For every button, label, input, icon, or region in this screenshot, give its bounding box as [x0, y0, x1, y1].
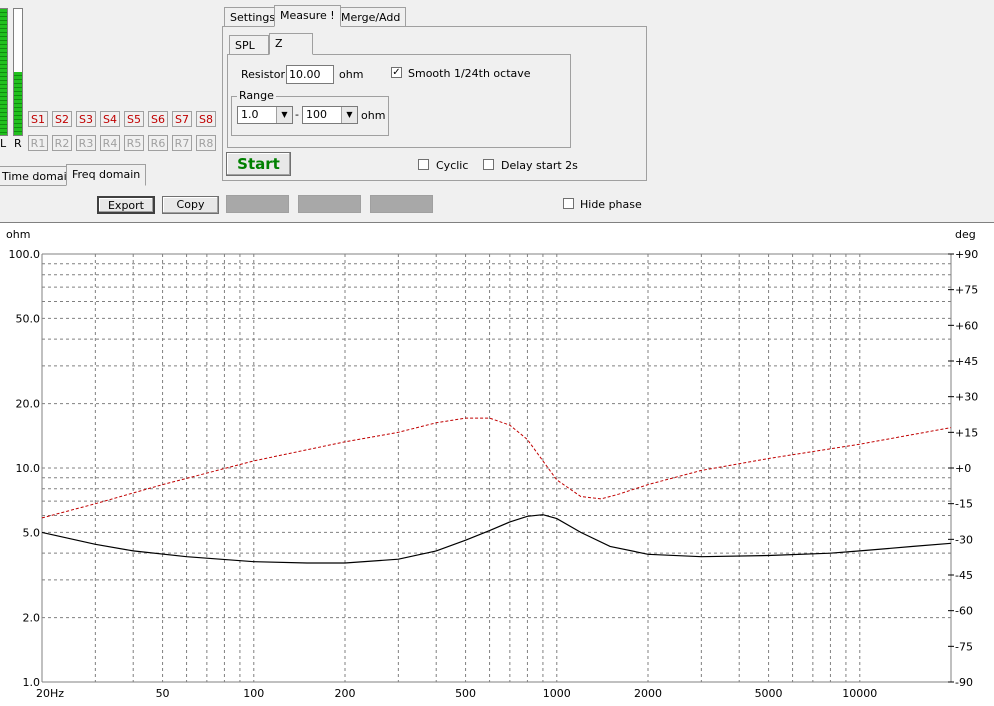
- recall-button-7[interactable]: R7: [172, 135, 192, 151]
- range-unit: ohm: [361, 109, 386, 122]
- phase-series-line: [41, 417, 952, 519]
- recall-button-2[interactable]: R2: [52, 135, 72, 151]
- x-tick-label: 10000: [842, 687, 877, 700]
- y-tick-label: 5.0: [23, 526, 41, 539]
- range-label: Range: [237, 89, 276, 102]
- y-tick-label: 10.0: [16, 462, 41, 475]
- x-tick-label: 500: [455, 687, 476, 700]
- tab-freq-domain[interactable]: Freq domain: [66, 164, 147, 186]
- y-axis-label: ohm: [6, 228, 30, 241]
- y2-axis-label: deg: [955, 228, 976, 241]
- y-tick-label: 50.0: [16, 312, 41, 325]
- start-button[interactable]: Start: [226, 152, 291, 176]
- chevron-down-icon[interactable]: ▼: [341, 107, 357, 123]
- y2-tick-label: -90: [955, 676, 973, 689]
- impedance-chart: 20Hz 50 100 200 500 1000 2000 5000 10000 100.0 50.…: [0, 222, 994, 706]
- store-button-8[interactable]: S8: [196, 111, 216, 127]
- delay-start-label: Delay start 2s: [501, 159, 578, 172]
- resistor-unit: ohm: [339, 68, 364, 81]
- hide-phase-checkbox[interactable]: [563, 198, 574, 209]
- y2-tick-label: +60: [955, 319, 978, 332]
- chart-tick-labels: 20Hz 50 100 200 500 1000 2000 5000 10000 100.0 50.…: [9, 248, 979, 700]
- recall-button-1[interactable]: R1: [28, 135, 48, 151]
- y2-tick-label: +0: [955, 462, 971, 475]
- left-level-meter: [0, 8, 8, 136]
- range-max-select[interactable]: 100 ▼: [302, 106, 358, 124]
- cyclic-checkbox[interactable]: [418, 159, 429, 170]
- recall-button-8[interactable]: R8: [196, 135, 216, 151]
- store-button-7[interactable]: S7: [172, 111, 192, 127]
- recall-button-3[interactable]: R3: [76, 135, 96, 151]
- copy-button[interactable]: Copy: [162, 196, 219, 214]
- cyclic-label: Cyclic: [436, 159, 469, 172]
- recall-button-4[interactable]: R4: [100, 135, 120, 151]
- tab-spl[interactable]: SPL: [229, 35, 269, 55]
- right-level-meter: [13, 8, 23, 136]
- right-level-fill: [14, 72, 22, 135]
- right-channel-label: R: [14, 137, 22, 150]
- y2-tick-label: +75: [955, 284, 978, 297]
- tab-merge-add[interactable]: Merge/Add: [335, 7, 407, 27]
- range-max-value: 100: [306, 108, 327, 121]
- export-label: Export: [107, 199, 144, 212]
- range-dash: -: [295, 108, 299, 121]
- y2-tick-label: +30: [955, 391, 978, 404]
- y2-tick-label: +15: [955, 426, 978, 439]
- y-tick-label: 1.0: [23, 676, 41, 689]
- chevron-down-icon[interactable]: ▼: [276, 107, 292, 123]
- range-min-select[interactable]: 1.0 ▼: [237, 106, 293, 124]
- chart-frame-top: [0, 222, 994, 223]
- y-tick-label: 100.0: [9, 248, 41, 261]
- x-tick-label: 1000: [543, 687, 571, 700]
- resistor-label: Resistor: [241, 68, 285, 81]
- store-button-3[interactable]: S3: [76, 111, 96, 127]
- export-button[interactable]: Export: [97, 196, 155, 214]
- chart-grid: [41, 253, 954, 683]
- x-tick-label: 50: [156, 687, 170, 700]
- y2-tick-label: -60: [955, 605, 973, 618]
- overlay-slot-3[interactable]: [370, 195, 433, 213]
- start-label: Start: [237, 155, 280, 173]
- x-tick-label: 2000: [634, 687, 662, 700]
- y2-tick-label: -75: [955, 640, 973, 653]
- y2-tick-label: +45: [955, 355, 978, 368]
- y2-tick-label: -15: [955, 498, 973, 511]
- resistor-input[interactable]: [286, 65, 334, 84]
- smooth-label: Smooth 1/24th octave: [408, 67, 531, 80]
- range-min-value: 1.0: [241, 108, 259, 121]
- delay-start-checkbox[interactable]: [483, 159, 494, 170]
- left-level-fill: [0, 9, 7, 135]
- tab-measure[interactable]: Measure !: [274, 5, 341, 27]
- left-channel-label: L: [0, 137, 7, 150]
- y2-tick-label: +90: [955, 248, 978, 261]
- recall-button-6[interactable]: R6: [148, 135, 168, 151]
- hide-phase-label: Hide phase: [580, 198, 642, 211]
- overlay-slot-2[interactable]: [298, 195, 361, 213]
- y2-tick-label: -30: [955, 533, 973, 546]
- store-button-1[interactable]: S1: [28, 111, 48, 127]
- store-button-5[interactable]: S5: [124, 111, 144, 127]
- y2-tick-label: -45: [955, 569, 973, 582]
- smooth-checkbox[interactable]: ✓: [391, 67, 402, 78]
- tab-settings[interactable]: Settings: [224, 7, 282, 27]
- store-button-2[interactable]: S2: [52, 111, 72, 127]
- y-tick-label: 2.0: [23, 612, 41, 625]
- x-tick-label: 200: [335, 687, 356, 700]
- copy-label: Copy: [176, 198, 205, 211]
- store-button-6[interactable]: S6: [148, 111, 168, 127]
- store-button-4[interactable]: S4: [100, 111, 120, 127]
- tab-z[interactable]: Z: [269, 33, 313, 55]
- x-tick-label: 20Hz: [36, 687, 64, 700]
- x-tick-label: 100: [243, 687, 264, 700]
- recall-button-5[interactable]: R5: [124, 135, 144, 151]
- x-tick-label: 5000: [755, 687, 783, 700]
- magnitude-series-line: [41, 514, 952, 564]
- y-tick-label: 20.0: [16, 398, 41, 411]
- overlay-slot-1[interactable]: [226, 195, 289, 213]
